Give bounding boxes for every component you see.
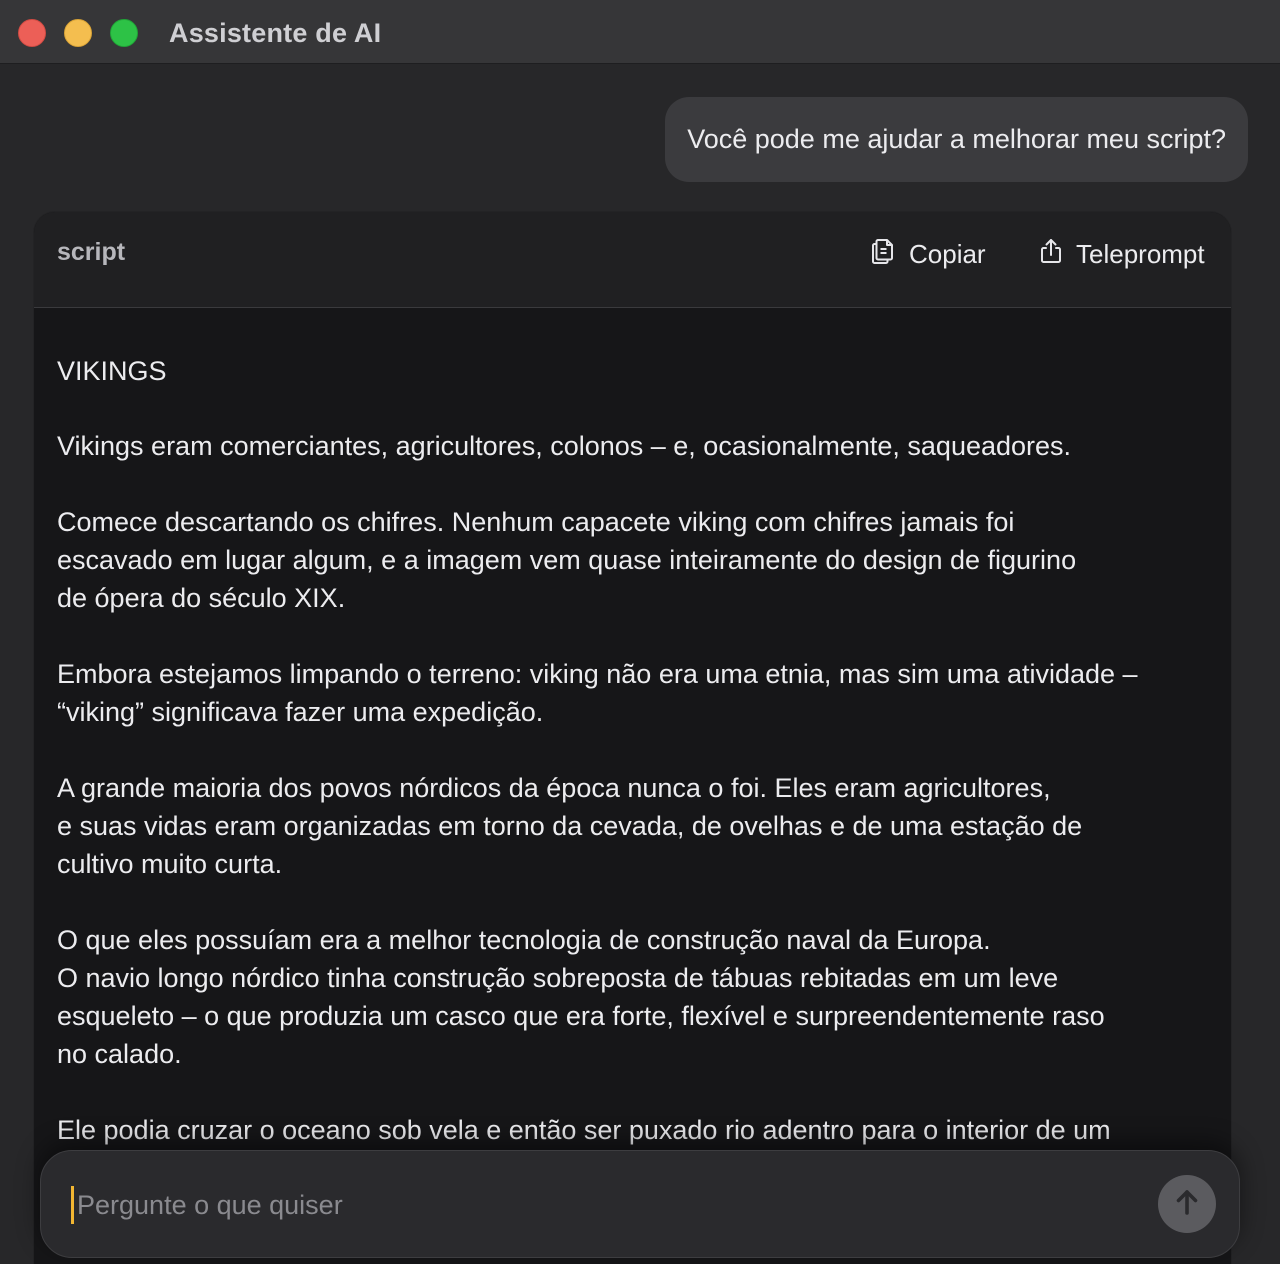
window-title: Assistente de AI [169, 18, 382, 48]
script-card: script Copiar Teleprompt VIKINGS Vikings… [33, 211, 1232, 1264]
script-content: VIKINGS Vikings eram comerciantes, agric… [57, 352, 1217, 1187]
script-label: script [57, 238, 126, 266]
copy-button[interactable]: Copiar [869, 234, 986, 274]
script-paragraph: Embora estejamos limpando o terreno: vik… [57, 659, 1138, 727]
message-composer [40, 1150, 1240, 1258]
copy-button-label: Copiar [909, 238, 986, 269]
share-icon [1036, 236, 1066, 273]
teleprompt-button-label: Teleprompt [1076, 238, 1205, 269]
user-message-bubble: Você pode me ajudar a melhorar meu scrip… [665, 97, 1248, 182]
text-caret [71, 1186, 74, 1224]
script-paragraph: Vikings eram comerciantes, agricultores,… [57, 431, 1072, 461]
script-paragraph: Comece descartando os chifres. Nenhum ca… [57, 507, 1077, 613]
close-window-button[interactable] [18, 19, 46, 47]
script-paragraph: O que eles possuíam era a melhor tecnolo… [57, 925, 1105, 1069]
send-button[interactable] [1158, 1175, 1216, 1233]
teleprompt-button[interactable]: Teleprompt [1036, 234, 1205, 274]
script-paragraph: Ele podia cruzar o oceano sob vela e ent… [57, 1115, 1111, 1145]
copy-icon [869, 236, 899, 273]
script-paragraph: A grande maioria dos povos nórdicos da é… [57, 773, 1083, 879]
arrow-up-icon [1170, 1185, 1204, 1224]
title-bar: Assistente de AI [0, 0, 1280, 64]
script-heading: VIKINGS [57, 356, 167, 386]
maximize-window-button[interactable] [110, 19, 138, 47]
script-card-header: script Copiar Teleprompt [34, 212, 1231, 308]
prompt-input[interactable] [77, 1179, 1137, 1231]
app-window: Assistente de AI Você pode me ajudar a m… [0, 0, 1280, 1264]
minimize-window-button[interactable] [64, 19, 92, 47]
